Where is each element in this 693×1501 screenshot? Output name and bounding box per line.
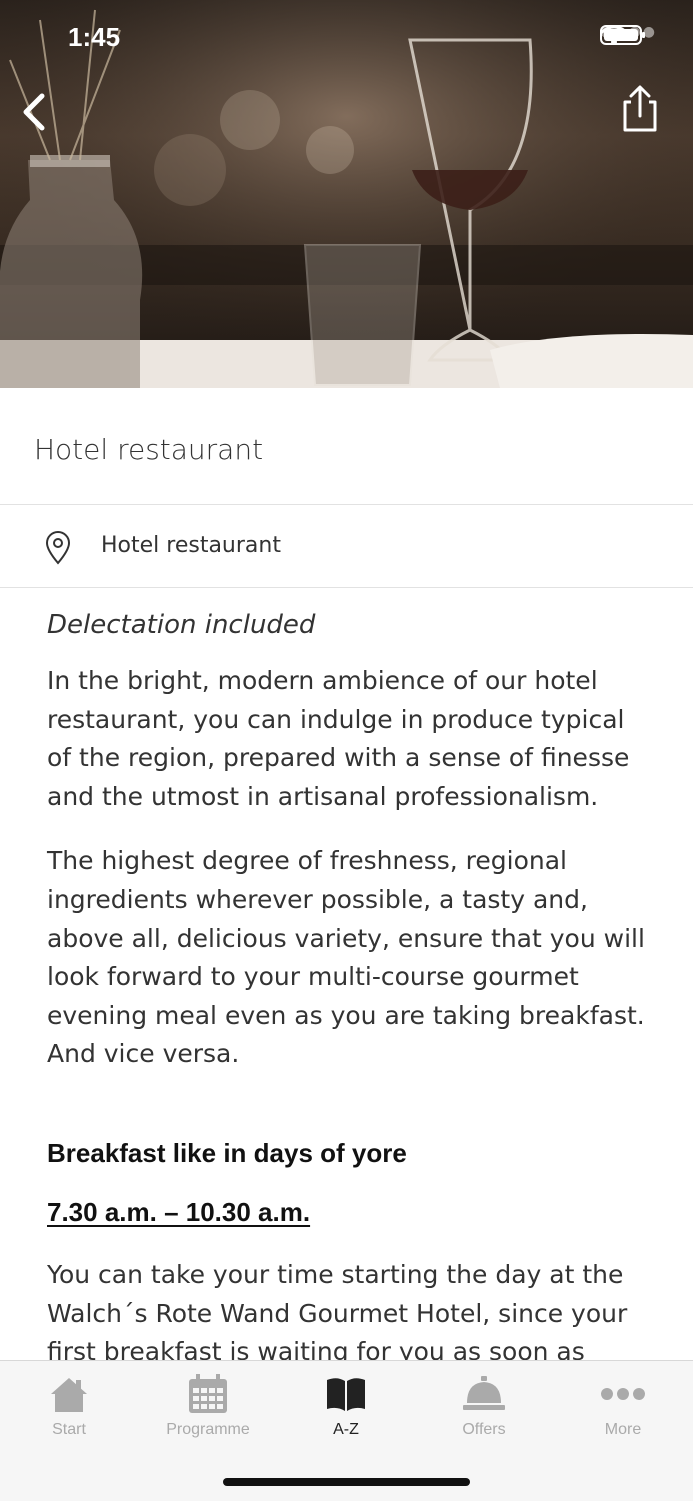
- home-indicator[interactable]: [223, 1478, 470, 1486]
- tab-offers[interactable]: Offers: [424, 1371, 544, 1451]
- restaurant-photo: [0, 0, 693, 388]
- location-pin-icon: [45, 531, 71, 565]
- tab-more[interactable]: More: [563, 1371, 683, 1451]
- tab-programme-label: Programme: [166, 1421, 250, 1438]
- book-icon: [327, 1378, 365, 1411]
- more-dots-icon: [601, 1388, 645, 1400]
- chevron-left-icon: [23, 93, 45, 131]
- description-paragraph-2: The highest degree of freshness, regiona…: [47, 846, 645, 1069]
- intro-text: Delectation included: [47, 610, 316, 640]
- service-bell-icon: [463, 1376, 505, 1410]
- hero-image: 1:45 ●●●●: [0, 0, 693, 388]
- status-time: 1:45: [68, 22, 121, 52]
- description-paragraph-1: In the bright, modern ambience of our ho…: [47, 666, 630, 811]
- home-icon: [51, 1378, 87, 1412]
- opening-hours: 7.30 a.m. – 10.30 a.m.: [47, 1196, 311, 1227]
- tab-start-label: Start: [52, 1421, 86, 1438]
- tab-a-z[interactable]: A-Z: [286, 1371, 406, 1451]
- battery-icon: [600, 25, 646, 45]
- description-content: Delectation included In the bright, mode…: [47, 600, 647, 1436]
- tab-programme[interactable]: Programme: [148, 1371, 268, 1451]
- share-icon: [623, 85, 657, 132]
- calendar-icon: [189, 1374, 227, 1413]
- tab-offers-label: Offers: [462, 1421, 506, 1438]
- share-button[interactable]: [617, 84, 663, 134]
- tab-more-label: More: [604, 1421, 642, 1438]
- status-indicators: ●●●●: [600, 24, 657, 45]
- page-title: Hotel restaurant: [34, 433, 264, 466]
- location-label: Hotel restaurant: [101, 533, 281, 558]
- title-row: Hotel restaurant: [0, 389, 693, 505]
- section-heading: Breakfast like in days of yore: [47, 1137, 407, 1168]
- back-button[interactable]: [16, 88, 56, 136]
- tab-start[interactable]: Start: [9, 1371, 129, 1451]
- tab-a-z-label: A-Z: [333, 1421, 359, 1438]
- location-row[interactable]: Hotel restaurant: [0, 505, 693, 588]
